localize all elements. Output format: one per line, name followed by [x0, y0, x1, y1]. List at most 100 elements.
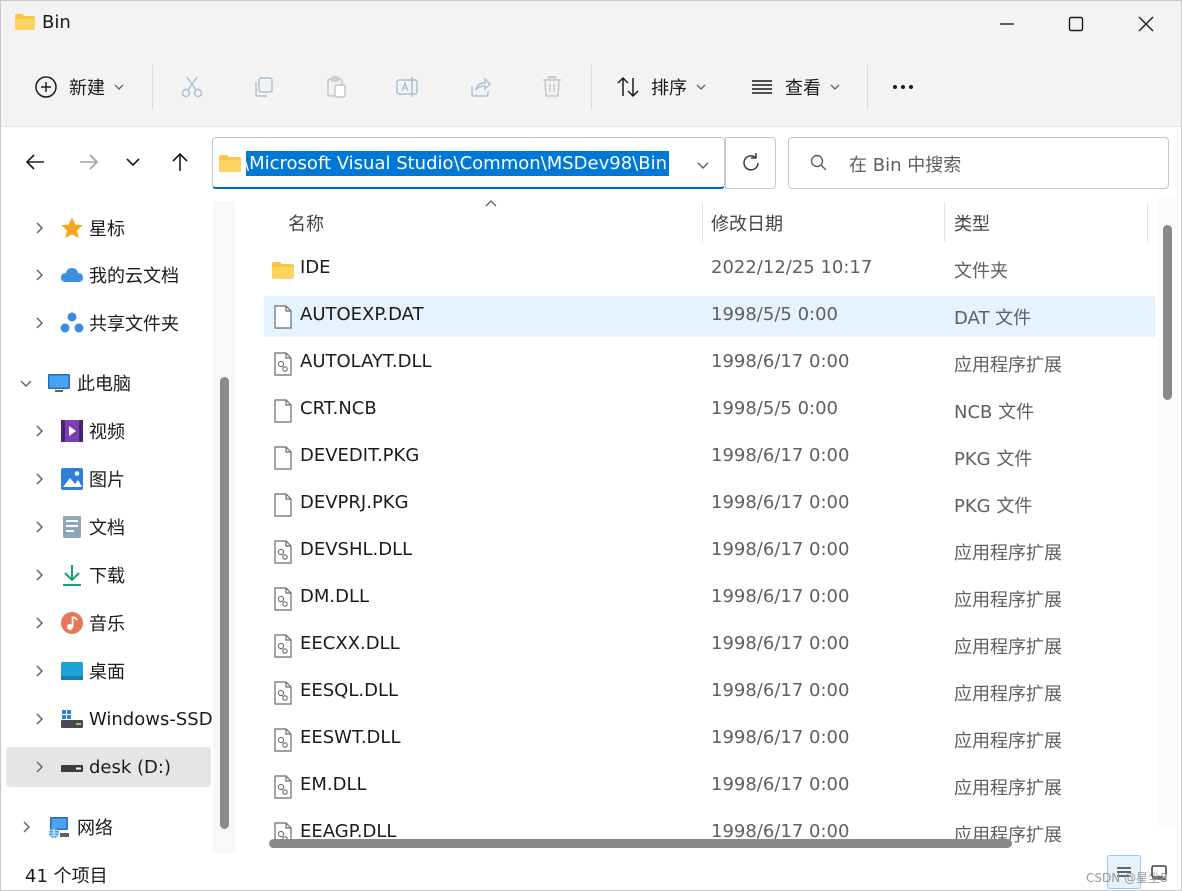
column-header-name[interactable]: 名称 — [264, 198, 702, 244]
chevron-right-icon[interactable] — [32, 316, 46, 330]
chevron-right-icon[interactable] — [19, 820, 33, 834]
table-row[interactable]: EESQL.DLL 1998/6/17 0:00 应用程序扩展 — [264, 672, 1155, 713]
table-row[interactable]: DEVEDIT.PKG 1998/6/17 0:00 PKG 文件 — [264, 437, 1155, 478]
file-type: 应用程序扩展 — [954, 778, 1062, 799]
chevron-down-icon[interactable] — [19, 376, 33, 390]
chevron-down-icon[interactable] — [696, 158, 710, 172]
sidebar-item-pictures[interactable]: 图片 — [6, 459, 211, 499]
horizontal-scrollbar-thumb[interactable] — [269, 839, 1012, 848]
address-bar[interactable]: )\Microsoft Visual Studio\Common\MSDev98… — [212, 137, 725, 189]
chevron-right-icon[interactable] — [32, 520, 46, 534]
sidebar-scrollbar-thumb[interactable] — [220, 377, 229, 829]
copy-button[interactable] — [251, 67, 277, 107]
table-row[interactable]: DEVSHL.DLL 1998/6/17 0:00 应用程序扩展 — [264, 531, 1155, 572]
sidebar-item-cloud-docs[interactable]: 我的云文档 — [6, 255, 211, 295]
sidebar-item-windows-ssd[interactable]: Windows-SSD — [6, 699, 213, 739]
chevron-right-icon[interactable] — [32, 616, 46, 630]
sort-button[interactable]: 排序 — [615, 67, 707, 107]
table-row[interactable]: AUTOEXP.DAT 1998/5/5 0:00 DAT 文件 — [264, 296, 1155, 337]
arrow-up-icon — [172, 152, 188, 171]
up-button[interactable] — [162, 144, 198, 180]
delete-button[interactable] — [539, 67, 565, 107]
sidebar-item-music[interactable]: 音乐 — [6, 603, 211, 643]
column-header-label: 类型 — [954, 214, 990, 235]
item-count: 41 个项目 — [25, 866, 108, 887]
view-label: 查看 — [785, 78, 821, 99]
chevron-right-icon[interactable] — [32, 424, 46, 438]
sidebar-item-this-pc[interactable]: 此电脑 — [6, 363, 211, 403]
forward-button[interactable] — [71, 144, 107, 180]
table-row[interactable]: AUTOLAYT.DLL 1998/6/17 0:00 应用程序扩展 — [264, 343, 1155, 384]
view-menu-button[interactable]: 查看 — [749, 67, 841, 107]
sidebar-item-label: 我的云文档 — [89, 266, 179, 287]
table-row[interactable]: IDE 2022/12/25 10:17 文件夹 — [264, 249, 1155, 290]
minimize-button[interactable] — [972, 1, 1042, 47]
file-date: 1998/5/5 0:00 — [711, 398, 838, 419]
watermark: CSDN @星尘8 — [1086, 871, 1168, 885]
close-button[interactable] — [1111, 1, 1181, 47]
title-bar[interactable]: Bin — [1, 1, 1181, 47]
cut-button[interactable] — [179, 67, 205, 107]
divider — [867, 65, 868, 109]
sidebar-item-starred[interactable]: 星标 — [6, 208, 211, 248]
sidebar-item-network[interactable]: 网络 — [6, 807, 211, 847]
file-name: DEVPRJ.PKG — [300, 492, 409, 513]
sort-arrows-icon — [617, 76, 639, 98]
arrow-right-icon — [80, 154, 99, 170]
document-icon — [63, 516, 81, 538]
file-date: 1998/6/17 0:00 — [711, 774, 850, 795]
file-name: DM.DLL — [300, 586, 370, 607]
sidebar-item-label: 图片 — [89, 470, 125, 491]
dll-file-icon — [274, 540, 292, 564]
sidebar-item-shared-folder[interactable]: 共享文件夹 — [6, 303, 211, 343]
table-row[interactable]: EECXX.DLL 1998/6/17 0:00 应用程序扩展 — [264, 625, 1155, 666]
table-row[interactable]: CRT.NCB 1998/5/5 0:00 NCB 文件 — [264, 390, 1155, 431]
chevron-right-icon[interactable] — [32, 472, 46, 486]
refresh-button[interactable] — [725, 137, 776, 189]
sidebar-item-desk-d[interactable]: desk (D:) — [6, 747, 211, 787]
file-type: 应用程序扩展 — [954, 731, 1062, 752]
sidebar-item-videos[interactable]: 视频 — [6, 411, 211, 451]
file-icon — [274, 493, 292, 517]
paste-button[interactable] — [323, 67, 349, 107]
address-path: )\Microsoft Visual Studio\Common\MSDev98… — [246, 153, 667, 174]
table-row[interactable]: DM.DLL 1998/6/17 0:00 应用程序扩展 — [264, 578, 1155, 619]
sidebar-item-label: desk (D:) — [89, 756, 171, 778]
chevron-right-icon[interactable] — [32, 221, 46, 235]
recent-locations-button[interactable] — [115, 144, 151, 180]
chevron-down-icon — [114, 84, 124, 90]
address-path-text[interactable]: )\Microsoft Visual Studio\Common\MSDev98… — [246, 151, 669, 176]
chevron-right-icon[interactable] — [32, 268, 46, 282]
maximize-button[interactable] — [1041, 1, 1111, 47]
file-date: 2022/12/25 10:17 — [711, 257, 873, 278]
chevron-right-icon[interactable] — [32, 568, 46, 582]
sidebar-item-documents[interactable]: 文档 — [6, 507, 211, 547]
file-name: EESWT.DLL — [300, 727, 401, 748]
column-divider[interactable] — [1147, 202, 1148, 242]
chevron-right-icon[interactable] — [32, 760, 46, 774]
sidebar-item-desktop[interactable]: 桌面 — [6, 651, 211, 691]
music-icon — [61, 612, 83, 634]
table-row[interactable]: DEVPRJ.PKG 1998/6/17 0:00 PKG 文件 — [264, 484, 1155, 525]
column-header-type[interactable]: 类型 — [945, 198, 1147, 244]
star-icon — [61, 217, 83, 238]
search-box[interactable]: 在 Bin 中搜索 — [788, 137, 1169, 189]
share-button[interactable] — [467, 67, 493, 107]
new-button[interactable]: 新建 — [33, 67, 125, 107]
more-options-button[interactable] — [890, 67, 916, 107]
sidebar-item-label: 下载 — [89, 566, 125, 587]
folder-icon — [219, 155, 241, 172]
navigation-pane: 星标 我的云文档 共享文件夹 此电脑 视频 图片 文档 下载 音乐 桌面 Win… — [1, 198, 238, 853]
file-name: IDE — [300, 257, 331, 278]
list-scrollbar-thumb[interactable] — [1163, 225, 1172, 400]
table-row[interactable]: EM.DLL 1998/6/17 0:00 应用程序扩展 — [264, 766, 1155, 807]
back-button[interactable] — [17, 144, 53, 180]
rename-button[interactable] — [394, 67, 420, 107]
table-row[interactable]: EESWT.DLL 1998/6/17 0:00 应用程序扩展 — [264, 719, 1155, 760]
file-type: 文件夹 — [954, 261, 1008, 282]
chevron-right-icon[interactable] — [32, 712, 46, 726]
column-header-date[interactable]: 修改日期 — [703, 198, 944, 244]
file-date: 1998/5/5 0:00 — [711, 304, 838, 325]
sidebar-item-downloads[interactable]: 下载 — [6, 555, 211, 595]
chevron-right-icon[interactable] — [32, 664, 46, 678]
